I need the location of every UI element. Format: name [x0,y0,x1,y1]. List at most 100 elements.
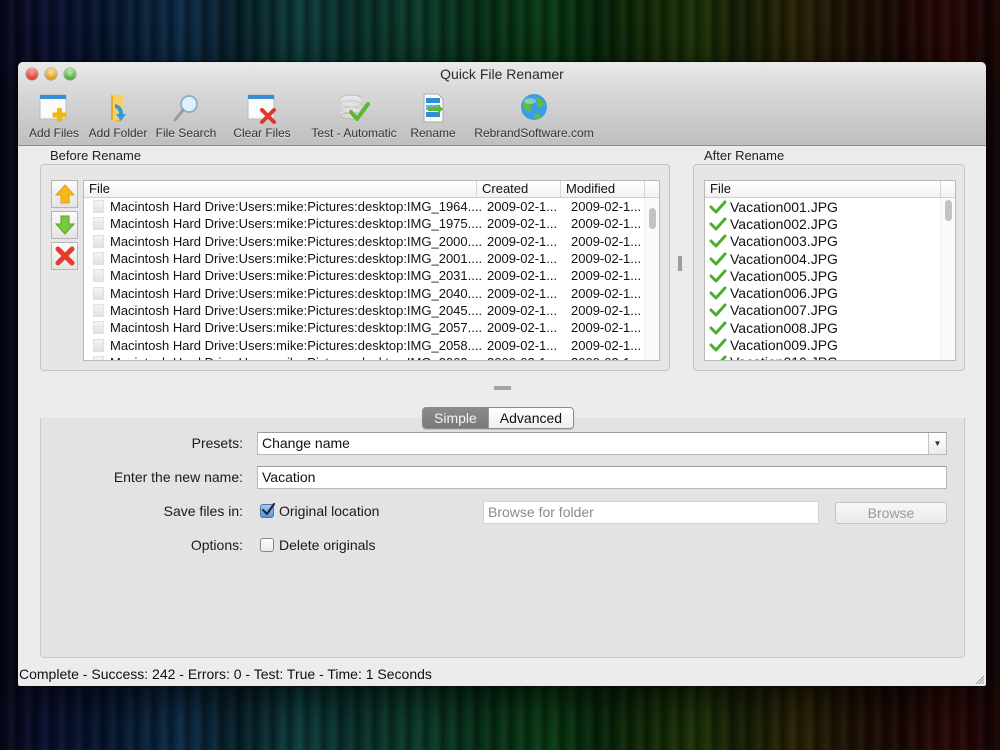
table-row[interactable]: Macintosh Hard Drive:Users:mike:Pictures… [84,198,659,215]
scroll-thumb[interactable] [945,200,952,221]
renamed-file-cell: Vacation010.JPG [730,354,838,360]
file-path-cell: Macintosh Hard Drive:Users:mike:Pictures… [110,233,482,249]
status-bar: Complete - Success: 242 - Errors: 0 - Te… [19,666,432,682]
delete-originals-label[interactable]: Delete originals [279,537,376,553]
before-rename-scrollbar[interactable] [644,198,659,360]
add-folder-icon [111,94,126,122]
file-icon [93,303,104,317]
options-label: Options: [190,537,243,553]
table-row[interactable]: Vacation010.JPG [705,354,955,360]
globe-icon [521,94,547,120]
created-cell: 2009-02-1... [487,302,558,318]
table-row[interactable]: Vacation007.JPG [705,302,955,319]
new-name-label: Enter the new name: [113,469,243,485]
clear-files-icon [247,94,276,124]
column-header-created[interactable]: Created [477,181,561,197]
table-row[interactable]: Macintosh Hard Drive:Users:mike:Pictures… [84,302,659,319]
modified-cell: 2009-02-1... [571,320,642,336]
table-row[interactable]: Vacation006.JPG [705,284,955,301]
horizontal-splitter[interactable] [494,386,511,390]
tab-advanced[interactable]: Advanced [487,408,574,428]
browse-folder-input[interactable]: Browse for folder [483,501,819,524]
file-icon [93,269,104,283]
rename-document-icon [423,93,444,123]
move-down-button[interactable] [51,211,78,239]
new-name-value: Vacation [262,469,316,485]
table-header: File [705,181,955,198]
success-check-icon [709,321,727,335]
rename-button[interactable]: Rename [406,88,460,140]
modified-cell: 2009-02-1... [566,355,650,360]
table-row[interactable]: Macintosh Hard Drive:Users:mike:Pictures… [84,319,659,336]
file-search-button[interactable]: File Search [152,88,220,140]
before-rename-table: File Created Modified Macintosh Hard Dri… [83,180,660,361]
vertical-splitter[interactable] [678,256,682,271]
modified-cell: 2009-02-1... [571,233,642,249]
file-icon [93,286,104,300]
settings-panel: Presets: Change name ▼ Enter the new nam… [40,418,965,658]
file-path-cell: Macintosh Hard Drive:Users:mike:Pictures… [110,216,482,232]
after-rename-table: File Vacation001.JPG Vacation002.JPG Vacat… [704,180,956,361]
renamed-file-cell: Vacation006.JPG [730,285,838,302]
success-check-icon [709,269,727,283]
before-rename-rows: Macintosh Hard Drive:Users:mike:Pictures… [84,198,659,360]
move-up-button[interactable] [51,180,78,208]
resize-grip-icon[interactable] [974,674,984,684]
presets-value: Change name [262,435,350,451]
after-rename-scrollbar[interactable] [940,198,955,360]
table-row[interactable]: Vacation008.JPG [705,319,955,336]
table-row[interactable]: Vacation004.JPG [705,250,955,267]
column-header-modified[interactable]: Modified [561,181,645,197]
table-row[interactable]: Macintosh Hard Drive:Users:mike:Pictures… [84,250,659,267]
modified-cell: 2009-02-1... [571,216,642,232]
clear-files-button[interactable]: Clear Files [226,88,298,140]
scroll-thumb[interactable] [649,208,656,229]
remove-icon [55,246,74,266]
created-cell: 2009-02-1... [487,251,558,267]
table-row[interactable]: Macintosh Hard Drive:Users:mike:Pictures… [84,215,659,232]
presets-label: Presets: [191,435,243,451]
test-automatic-button[interactable]: Test - Automatic [302,88,406,140]
success-check-icon [709,303,727,317]
delete-originals-checkbox[interactable] [260,538,274,552]
save-in-label: Save files in: [163,503,243,519]
table-row[interactable]: Macintosh Hard Drive:Users:mike:Pictures… [84,233,659,250]
tab-simple[interactable]: Simple [423,408,488,428]
chevron-down-icon[interactable]: ▼ [928,433,946,454]
table-row[interactable]: Vacation005.JPG [705,267,955,284]
browse-button[interactable]: Browse [835,502,947,524]
original-location-checkbox[interactable] [260,502,276,518]
mode-tabs: Simple Advanced [422,407,575,429]
file-path-cell: Macintosh Hard Drive:Users:mike:Pictures… [110,285,482,301]
add-files-icon [39,94,67,122]
renamed-file-cell: Vacation002.JPG [730,215,838,232]
table-row[interactable]: Macintosh Hard Drive:Users:mike:Pictures… [84,354,659,360]
original-location-label[interactable]: Original location [279,503,379,519]
table-row[interactable]: Vacation003.JPG [705,233,955,250]
table-header: File Created Modified [84,181,659,198]
add-files-button[interactable]: Add Files [24,88,84,140]
titlebar: Quick File Renamer Add Files Add Folder [18,62,986,146]
table-row[interactable]: Macintosh Hard Drive:Users:mike:Pictures… [84,267,659,284]
table-row[interactable]: Macintosh Hard Drive:Users:mike:Pictures… [84,284,659,301]
checkmark-icon [261,502,276,516]
table-row[interactable]: Vacation002.JPG [705,215,955,232]
new-name-input[interactable]: Vacation [257,466,947,489]
table-row[interactable]: Vacation001.JPG [705,198,955,215]
arrow-up-icon [54,184,75,204]
order-buttons [51,180,78,270]
success-check-icon [709,234,727,248]
renamed-file-cell: Vacation004.JPG [730,250,838,267]
add-folder-button[interactable]: Add Folder [84,88,152,140]
file-icon [93,355,104,360]
rebrandsoftware-link[interactable]: RebrandSoftware.com [468,88,600,140]
file-path-cell: Macintosh Hard Drive:Users:mike:Pictures… [110,320,482,336]
column-header-file[interactable]: File [705,181,941,197]
modified-cell: 2009-02-1... [571,199,642,215]
remove-file-button[interactable] [51,242,78,270]
column-header-file[interactable]: File [84,181,477,197]
presets-combobox[interactable]: Change name ▼ [257,432,947,455]
table-row[interactable]: Vacation009.JPG [705,336,955,353]
table-row[interactable]: Macintosh Hard Drive:Users:mike:Pictures… [84,336,659,353]
renamed-file-cell: Vacation003.JPG [730,233,838,250]
